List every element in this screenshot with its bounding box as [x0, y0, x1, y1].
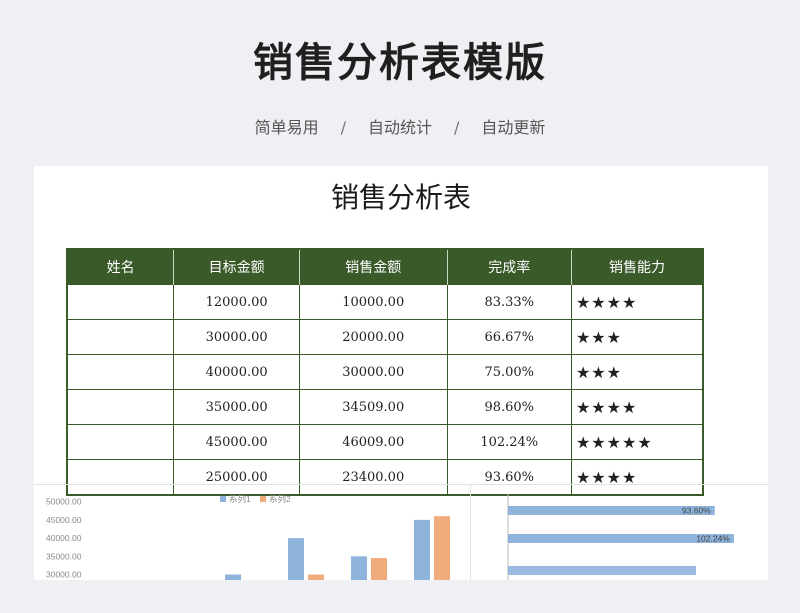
cell-rate[interactable]: 66.67%	[446, 319, 572, 355]
table-row: 45000.00 46009.00 102.24% ★★★★★	[66, 424, 704, 460]
legend-swatch	[260, 496, 266, 502]
cell-name[interactable]	[66, 319, 175, 355]
cell-rate[interactable]: 83.33%	[446, 284, 572, 320]
header-ability[interactable]: 销售能力	[571, 249, 703, 285]
bar[interactable]	[351, 556, 367, 580]
tag-auto-stats: 自动统计	[367, 118, 432, 137]
y-tick-label: 40000.00	[46, 533, 82, 543]
y-tick-label: 30000.00	[46, 570, 82, 580]
cell-rate[interactable]: 98.60%	[446, 389, 572, 425]
legend-label: 系列1	[229, 494, 251, 504]
bar[interactable]	[434, 516, 450, 580]
header-name[interactable]: 姓名	[67, 249, 175, 285]
tagline: 简单易用 / 自动统计 / 自动更新	[0, 114, 800, 138]
bar[interactable]	[308, 574, 324, 580]
legend-swatch	[220, 496, 226, 502]
y-tick-label: 50000.00	[46, 497, 82, 507]
cell-sales[interactable]: 46009.00	[298, 424, 448, 460]
tag-separator: /	[454, 118, 460, 137]
legend-label: 系列2	[269, 494, 291, 504]
hbar[interactable]	[508, 566, 696, 575]
cell-stars[interactable]: ★★★★	[570, 284, 704, 320]
cell-sales[interactable]: 20000.00	[298, 319, 448, 355]
cell-target[interactable]: 40000.00	[173, 354, 300, 390]
cell-target[interactable]: 30000.00	[173, 319, 300, 355]
cell-target[interactable]: 35000.00	[173, 389, 300, 425]
cell-rate[interactable]: 102.24%	[446, 424, 572, 460]
sales-table: 姓名 目标金额 销售金额 完成率 销售能力 12000.00 10000.00 …	[66, 248, 704, 496]
tag-auto-update: 自动更新	[481, 118, 546, 137]
table-row: 12000.00 10000.00 83.33% ★★★★	[66, 284, 704, 320]
cell-stars[interactable]: ★★★★★	[570, 424, 704, 460]
spreadsheet-card: 销售分析表 姓名 目标金额 销售金额 完成率 销售能力 12000.00 100…	[34, 166, 768, 580]
bar[interactable]	[371, 558, 387, 580]
cell-sales[interactable]: 34509.00	[298, 389, 448, 425]
cell-target[interactable]: 12000.00	[173, 284, 300, 320]
cell-name[interactable]	[66, 284, 175, 320]
column-chart[interactable]: 50000.00 45000.00 40000.00 35000.00 30000.00…	[34, 484, 468, 580]
y-tick-label: 35000.00	[46, 551, 82, 561]
cell-name[interactable]	[66, 354, 175, 390]
table-row: 30000.00 20000.00 66.67% ★★★	[66, 319, 704, 355]
tag-easy: 简单易用	[254, 118, 319, 137]
cell-name[interactable]	[66, 389, 175, 425]
page-title: 销售分析表模版	[253, 40, 547, 86]
cell-sales[interactable]: 10000.00	[298, 284, 448, 320]
completion-bar-chart[interactable]: 93.60% 102.24%	[470, 484, 768, 580]
cell-stars[interactable]: ★★★	[570, 319, 704, 355]
header-rate[interactable]: 完成率	[447, 249, 572, 285]
sheet-title: 销售分析表	[330, 181, 471, 214]
table-header-row: 姓名 目标金额 销售金额 完成率 销售能力	[67, 249, 703, 285]
tag-separator: /	[340, 118, 346, 137]
table-row: 40000.00 30000.00 75.00% ★★★	[66, 354, 704, 390]
header-sales[interactable]: 销售金额	[299, 249, 448, 285]
cell-stars[interactable]: ★★★	[570, 354, 704, 390]
header-target[interactable]: 目标金额	[173, 249, 300, 285]
cell-sales[interactable]: 30000.00	[298, 354, 448, 390]
cell-target[interactable]: 45000.00	[173, 424, 300, 460]
bar[interactable]	[288, 538, 304, 580]
data-label: 102.24%	[696, 534, 730, 544]
bar[interactable]	[225, 574, 241, 580]
data-label: 93.60%	[682, 506, 711, 516]
y-tick-label: 45000.00	[46, 515, 82, 525]
bar[interactable]	[414, 519, 430, 580]
cell-rate[interactable]: 75.00%	[446, 354, 572, 390]
cell-name[interactable]	[66, 424, 175, 460]
table-row: 35000.00 34509.00 98.60% ★★★★	[66, 389, 704, 425]
cell-stars[interactable]: ★★★★	[570, 389, 704, 425]
